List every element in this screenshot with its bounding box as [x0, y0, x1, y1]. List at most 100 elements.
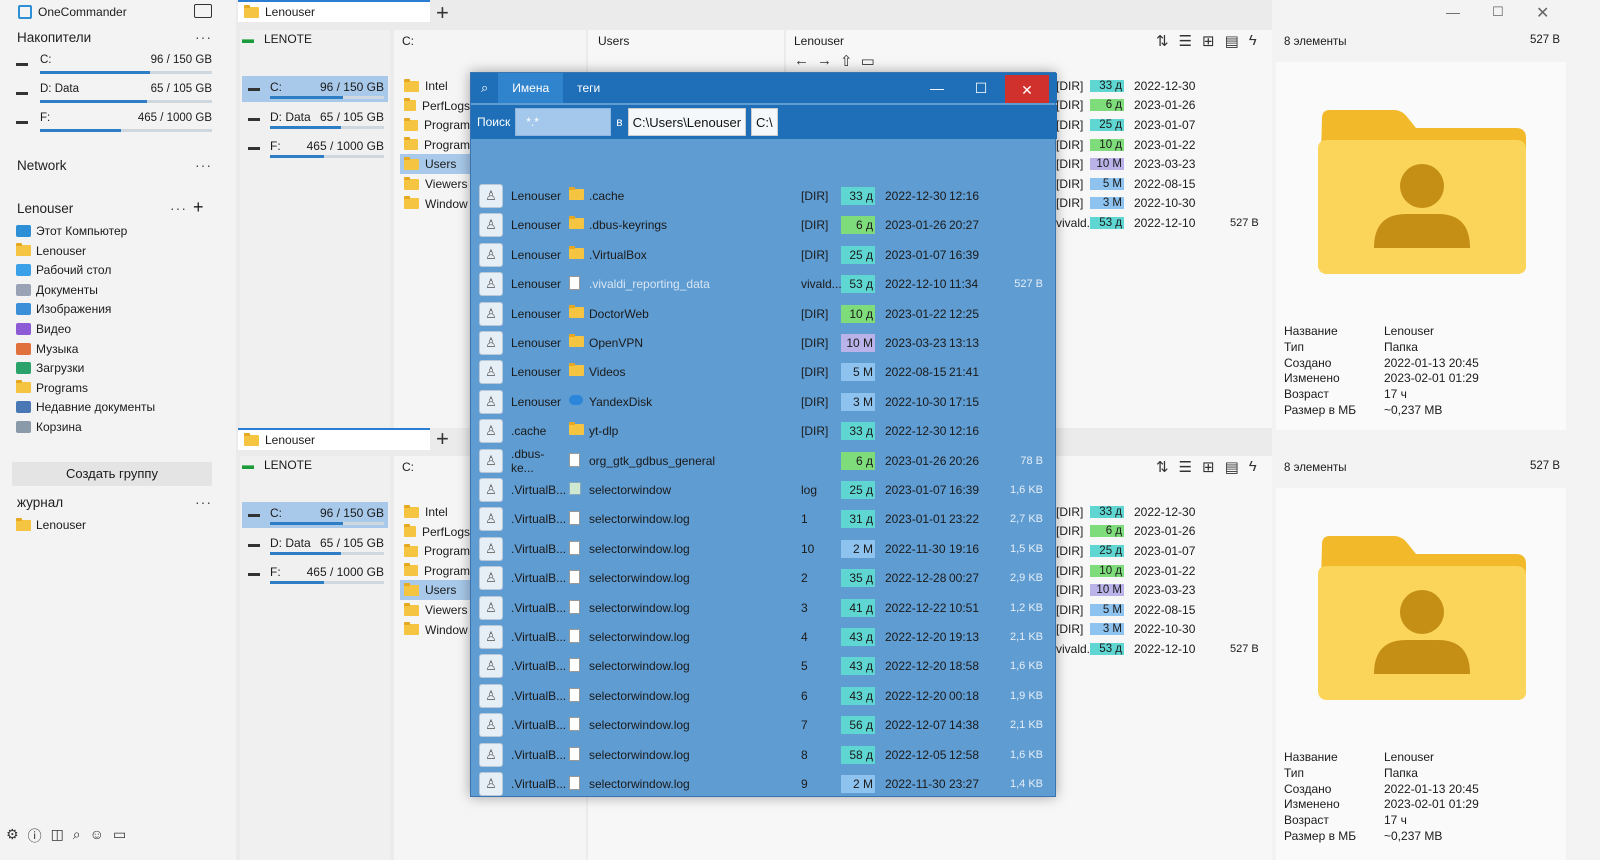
tab-lenouser-top[interactable]: Lenouser [238, 0, 430, 22]
sidebar-item[interactable]: Изображения [16, 299, 216, 319]
list-item[interactable]: [DIR] 6 д 2023-01-26 [1056, 96, 1264, 116]
drive-entry[interactable]: F: 465 / 1000 GB [242, 561, 388, 587]
minimize-window-button[interactable]: — [1446, 4, 1460, 20]
drives-more-button[interactable]: ··· [195, 29, 212, 45]
search-result-row[interactable]: ♙ Lenouser .VirtualBox [DIR] 25 д 2023-01-07 1… [479, 242, 1049, 268]
list-item[interactable]: [DIR] 3 M 2022-10-30 [1056, 620, 1264, 640]
search-result-row[interactable]: ♙ .VirtualB... selectorwindow.log 9 2 M 2022-… [479, 771, 1049, 797]
add-icon[interactable]: + [193, 197, 204, 218]
sidebar-drive[interactable]: F: 465 / 1000 GB [16, 112, 212, 138]
folder-item[interactable]: Intel [400, 502, 470, 522]
list-item[interactable]: [DIR] 25 д 2023-01-07 [1056, 541, 1264, 561]
list-item[interactable]: vivald... 53 д 2022-12-10 527 B [1056, 213, 1264, 233]
add-tab-icon[interactable]: + [436, 0, 449, 26]
search-result-row[interactable]: ♙ .VirtualB... selectorwindow.log 8 58 д 2022… [479, 742, 1049, 768]
search-result-row[interactable]: ♙ Lenouser YandexDisk [DIR] 3 M 2022-10-30 17:… [479, 389, 1049, 415]
user-icon[interactable]: ☺ [90, 826, 104, 846]
search-result-row[interactable]: ♙ .VirtualB... selectorwindow.log 7 56 д 2022… [479, 712, 1049, 738]
drive-entry[interactable]: D: Data 65 / 105 GB [242, 532, 388, 558]
back-icon[interactable]: ← [794, 52, 809, 70]
list-item[interactable]: [DIR] 10 д 2023-01-22 [1056, 135, 1264, 155]
search-result-row[interactable]: ♙ Lenouser .cache [DIR] 33 д 2022-12-30 12:16 [479, 183, 1049, 209]
list-item[interactable]: [DIR] 5 M 2022-08-15 [1056, 600, 1264, 620]
sort-icon[interactable]: ⇅ [1156, 32, 1169, 50]
list-item[interactable]: [DIR] 33 д 2022-12-30 [1056, 502, 1264, 522]
tab-names[interactable]: Имена [498, 73, 564, 103]
search-result-row[interactable]: ♙ .VirtualB... selectorwindow.log 3 41 д 2022… [479, 595, 1049, 621]
drive-entry[interactable]: F: 465 / 1000 GB [242, 135, 388, 161]
search-result-row[interactable]: ♙ Lenouser .vivaldi_reporting_data vivald..… [479, 271, 1049, 297]
search-result-row[interactable]: ♙ Lenouser OpenVPN [DIR] 10 M 2023-03-23 13:13 [479, 330, 1049, 356]
dialog-close-button[interactable]: ✕ [1005, 75, 1049, 103]
add-tab-icon[interactable]: + [436, 426, 449, 452]
search-icon[interactable]: ⌕ [73, 826, 81, 846]
list-item[interactable]: [DIR] 33 д 2022-12-30 [1056, 76, 1264, 96]
folder-item[interactable]: Viewers [400, 174, 470, 194]
tab-tags[interactable]: теги [563, 73, 614, 103]
list-item[interactable]: [DIR] 25 д 2023-01-07 [1056, 115, 1264, 135]
new-item-icon[interactable]: ⊞ [1202, 458, 1215, 476]
search-result-row[interactable]: ♙ Lenouser DoctorWeb [DIR] 10 д 2023-01-22 12:… [479, 301, 1049, 327]
search-result-row[interactable]: ♙ .VirtualB... selectorwindow.log 2 35 д 2022… [479, 565, 1049, 591]
new-item-icon[interactable]: ⊞ [1202, 32, 1215, 50]
folder-item[interactable]: Window [400, 620, 470, 640]
sidebar-drive[interactable]: C: 96 / 150 GB [16, 54, 212, 80]
sidebar-item[interactable]: Lenouser [16, 241, 216, 261]
sidebar-item[interactable]: Недавние документы [16, 397, 216, 417]
folder-item[interactable]: Intel [400, 76, 470, 96]
search-result-row[interactable]: ♙ .cache yt-dlp [DIR] 33 д 2022-12-30 12:16 [479, 418, 1049, 444]
search-result-row[interactable]: ♙ .VirtualB... selectorwindow.log 6 43 д 2022… [479, 683, 1049, 709]
list-item[interactable]: [DIR] 10 M 2023-03-23 [1056, 154, 1264, 174]
drive-entry[interactable]: D: Data 65 / 105 GB [242, 106, 388, 132]
search-result-row[interactable]: ♙ .VirtualB... selectorwindow.log 10 2 M 2022… [479, 536, 1049, 562]
search-result-row[interactable]: ♙ .VirtualB... selectorwindow log 25 д 2023-0… [479, 477, 1049, 503]
list-item[interactable]: [DIR] 5 M 2022-08-15 [1056, 174, 1264, 194]
up-icon[interactable]: ⇧ [840, 52, 853, 70]
sidebar-item[interactable]: Корзина [16, 417, 216, 437]
lightning-icon[interactable]: ϟ [1249, 32, 1257, 50]
new-window-icon[interactable] [194, 4, 212, 18]
close-window-button[interactable]: ✕ [1536, 3, 1549, 23]
search-result-row[interactable]: ♙ .dbus-ke... org_gtk_gdbus_general 6 д 2023… [479, 447, 1049, 475]
folder-item[interactable]: PerfLogs [400, 96, 470, 116]
user-more-button[interactable]: ··· [170, 200, 187, 216]
journal-item[interactable]: Lenouser [16, 515, 216, 535]
clipboard-icon[interactable]: ▤ [1225, 458, 1239, 476]
network-header[interactable]: Network [17, 158, 67, 173]
sidebar-item[interactable]: Рабочий стол [16, 260, 216, 280]
create-group-button[interactable]: Создать группу [12, 462, 212, 486]
folder-item[interactable]: Users [400, 154, 470, 175]
path-input[interactable]: C:\Users\Lenouser [627, 108, 747, 136]
computer-header-bottom[interactable]: ▬ LENOTE [242, 458, 312, 472]
list-item[interactable]: [DIR] 3 M 2022-10-30 [1056, 194, 1264, 214]
sidebar-item[interactable]: Загрузки [16, 358, 216, 378]
folder-item[interactable]: PerfLogs [400, 522, 470, 542]
sidebar-item[interactable]: Этот Компьютер [16, 221, 216, 241]
list-view-icon[interactable]: ☰ [1179, 458, 1192, 476]
search-result-row[interactable]: ♙ .VirtualB... selectorwindow.log 4 43 д 2022… [479, 624, 1049, 650]
search-result-row[interactable]: ♙ .VirtualB... selectorwindow.log 1 31 д 2023… [479, 506, 1049, 532]
list-item[interactable]: vivald... 53 д 2022-12-10 527 B [1056, 639, 1264, 659]
search-input[interactable]: *.* [515, 108, 612, 136]
lightning-icon[interactable]: ϟ [1249, 458, 1257, 476]
dialog-maximize-button[interactable]: ☐ [959, 73, 1003, 103]
list-item[interactable]: [DIR] 10 д 2023-01-22 [1056, 561, 1264, 581]
dialog-minimize-button[interactable]: — [915, 73, 959, 103]
sort-icon[interactable]: ⇅ [1156, 458, 1169, 476]
sidebar-item[interactable]: Музыка [16, 339, 216, 359]
folder-item[interactable]: Window [400, 194, 470, 214]
drive-entry[interactable]: C: 96 / 150 GB [242, 76, 388, 102]
computer-header-top[interactable]: ▬ LENOTE [242, 32, 312, 46]
root-path-button[interactable]: C:\ [751, 108, 778, 136]
folder-nav-icon[interactable]: ▭ [861, 52, 875, 70]
sidebar-drive[interactable]: D: Data 65 / 105 GB [16, 83, 212, 109]
clipboard-icon[interactable]: ▤ [1225, 32, 1239, 50]
settings-icon[interactable]: ⚙ [6, 826, 19, 846]
info-icon[interactable]: ⓘ [28, 826, 42, 846]
list-item[interactable]: [DIR] 10 M 2023-03-23 [1056, 580, 1264, 600]
search-result-row[interactable]: ♙ Lenouser Videos [DIR] 5 M 2022-08-15 21:41 [479, 359, 1049, 385]
list-view-icon[interactable]: ☰ [1179, 32, 1192, 50]
folder-item[interactable]: Viewers [400, 600, 470, 620]
search-result-row[interactable]: ♙ Lenouser .dbus-keyrings [DIR] 6 д 2023-01-2… [479, 212, 1049, 238]
folder-item[interactable]: Program [400, 135, 470, 155]
